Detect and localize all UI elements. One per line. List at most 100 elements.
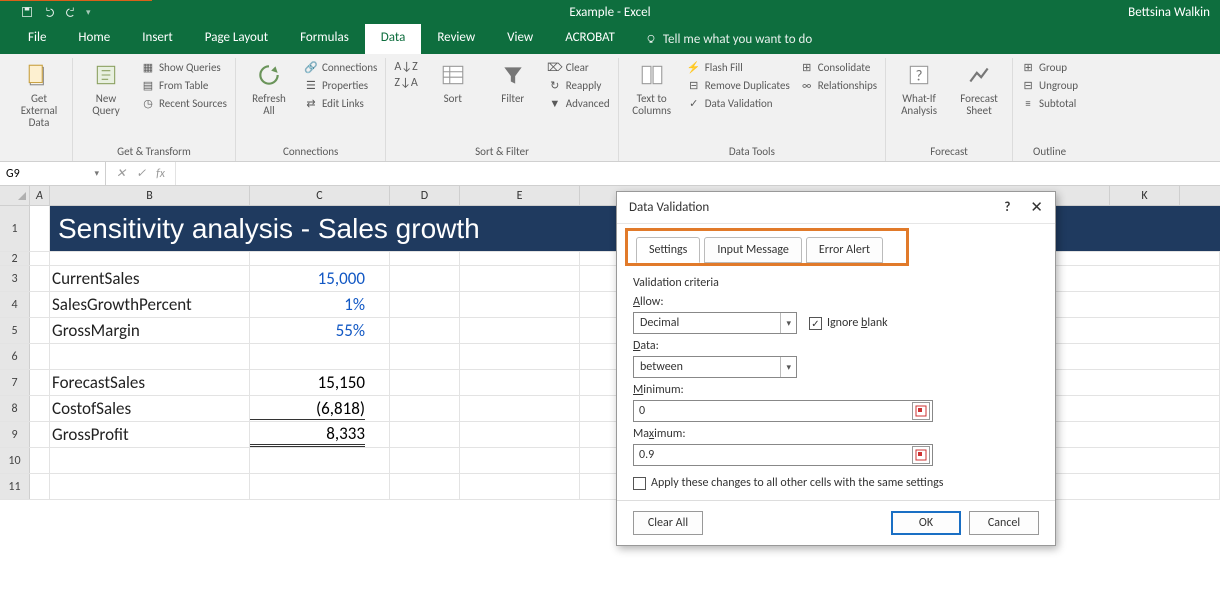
cell-c7[interactable]: 15,150	[250, 370, 390, 395]
row-header-9[interactable]: 9	[0, 422, 30, 447]
dialog-help-button[interactable]: ?	[1004, 200, 1010, 215]
lightbulb-icon	[645, 33, 657, 45]
forecast-sheet-button[interactable]: Forecast Sheet	[954, 60, 1004, 117]
col-header-k[interactable]: K	[1110, 186, 1180, 205]
relationships-button[interactable]: ∞Relationships	[800, 78, 877, 92]
row-header-6[interactable]: 6	[0, 344, 30, 369]
col-header-d[interactable]: D	[390, 186, 460, 205]
maximum-label: Maximum:	[633, 427, 686, 441]
clear-all-button[interactable]: Clear All	[633, 511, 703, 535]
tab-settings[interactable]: Settings	[636, 237, 700, 263]
allow-label: Allow:	[633, 295, 664, 309]
cancel-button[interactable]: Cancel	[969, 511, 1039, 535]
tab-insert[interactable]: Insert	[126, 24, 189, 54]
dialog-close-button[interactable]: ✕	[1030, 198, 1043, 217]
cell-c5[interactable]: 55%	[250, 318, 390, 343]
sort-button[interactable]: Sort	[428, 60, 478, 105]
remove-dup-icon: ⊟	[687, 78, 701, 92]
tab-view[interactable]: View	[491, 24, 549, 54]
row-header-11[interactable]: 11	[0, 474, 30, 499]
row-header-5[interactable]: 5	[0, 318, 30, 343]
group-button[interactable]: ⊞Group	[1021, 60, 1078, 74]
sort-za-icon[interactable]: Z↓A	[394, 76, 417, 90]
tab-review[interactable]: Review	[421, 24, 491, 54]
properties-button[interactable]: ☰Properties	[304, 78, 377, 92]
redo-icon[interactable]	[64, 5, 78, 19]
row-header-7[interactable]: 7	[0, 370, 30, 395]
recent-sources-button[interactable]: ◷Recent Sources	[141, 96, 227, 110]
new-query-button[interactable]: New Query	[81, 60, 131, 117]
cell-b8[interactable]: CostofSales	[50, 396, 250, 421]
refresh-all-button[interactable]: Refresh All	[244, 60, 294, 117]
get-external-data-button[interactable]: Get External Data	[14, 60, 64, 129]
ungroup-button[interactable]: ⊟Ungroup	[1021, 78, 1078, 92]
cell-b5[interactable]: GrossMargin	[50, 318, 250, 343]
cell-b4[interactable]: SalesGrowthPercent	[50, 292, 250, 317]
cell-b7[interactable]: ForecastSales	[50, 370, 250, 395]
row-header-2[interactable]: 2	[0, 252, 30, 265]
cell-c3[interactable]: 15,000	[250, 266, 390, 291]
row-header-4[interactable]: 4	[0, 292, 30, 317]
range-picker-icon[interactable]	[912, 446, 930, 464]
consolidate-button[interactable]: ⊞Consolidate	[800, 60, 877, 74]
reapply-button[interactable]: ↻Reapply	[548, 78, 610, 92]
tab-input-message[interactable]: Input Message	[704, 237, 802, 263]
cell-c4[interactable]: 1%	[250, 292, 390, 317]
cell-b3[interactable]: CurrentSales	[50, 266, 250, 291]
name-box[interactable]: G9	[0, 162, 106, 185]
col-header-e[interactable]: E	[460, 186, 580, 205]
tab-acrobat[interactable]: ACROBAT	[549, 24, 631, 54]
col-header-a[interactable]: A	[30, 186, 50, 205]
tell-me-search[interactable]: Tell me what you want to do	[631, 24, 826, 54]
subtotal-icon: ≡	[1021, 96, 1035, 110]
row-header-10[interactable]: 10	[0, 448, 30, 473]
data-validation-button[interactable]: ✓Data Validation	[687, 96, 790, 110]
tab-file[interactable]: File	[12, 24, 62, 54]
from-table-button[interactable]: ▤From Table	[141, 78, 227, 92]
row-header-8[interactable]: 8	[0, 396, 30, 421]
range-picker-icon[interactable]	[912, 402, 930, 420]
save-icon[interactable]	[20, 5, 34, 19]
undo-icon[interactable]	[42, 5, 56, 19]
minimum-label: Minimum:	[633, 383, 684, 397]
row-header-3[interactable]: 3	[0, 266, 30, 291]
minimum-input[interactable]: 0	[633, 400, 933, 422]
tab-home[interactable]: Home	[62, 24, 126, 54]
advanced-button[interactable]: ▼Advanced	[548, 96, 610, 110]
ignore-blank-checkbox[interactable]: ✓Ignore blank	[809, 316, 888, 330]
tab-page-layout[interactable]: Page Layout	[189, 24, 284, 54]
maximum-input[interactable]: 0.9	[633, 444, 933, 466]
fx-icon[interactable]: fx	[156, 167, 165, 181]
filter-button[interactable]: Filter	[488, 60, 538, 105]
formula-input[interactable]	[176, 162, 1220, 185]
subtotal-button[interactable]: ≡Subtotal	[1021, 96, 1078, 110]
show-queries-button[interactable]: ▦Show Queries	[141, 60, 227, 74]
text-to-columns-button[interactable]: Text to Columns	[627, 60, 677, 117]
cancel-formula-icon[interactable]: ✕	[116, 166, 126, 181]
flash-fill-button[interactable]: ⚡Flash Fill	[687, 60, 790, 74]
qat-dropdown-icon[interactable]: ▾	[86, 7, 91, 18]
cell-c8[interactable]: (6,818)	[250, 396, 390, 421]
enter-formula-icon[interactable]: ✓	[136, 166, 146, 181]
remove-duplicates-button[interactable]: ⊟Remove Duplicates	[687, 78, 790, 92]
cell-c9[interactable]: 8,333	[250, 422, 390, 447]
select-all-corner[interactable]	[0, 186, 30, 205]
allow-select[interactable]: Decimal	[633, 312, 797, 334]
tab-formulas[interactable]: Formulas	[284, 24, 365, 54]
connections-button[interactable]: 🔗Connections	[304, 60, 377, 74]
sort-az-icon[interactable]: A↓Z	[394, 60, 417, 74]
ok-button[interactable]: OK	[891, 511, 961, 535]
clear-button[interactable]: ⌦Clear	[548, 60, 610, 74]
col-header-c[interactable]: C	[250, 186, 390, 205]
col-header-b[interactable]: B	[50, 186, 250, 205]
what-if-button[interactable]: ?What-If Analysis	[894, 60, 944, 117]
edit-links-button[interactable]: ⇄Edit Links	[304, 96, 377, 110]
cell-b9[interactable]: GrossProfit	[50, 422, 250, 447]
data-select[interactable]: between	[633, 356, 797, 378]
clear-icon: ⌦	[548, 60, 562, 74]
tab-data[interactable]: Data	[365, 24, 422, 54]
tab-error-alert[interactable]: Error Alert	[806, 237, 883, 263]
formula-bar: G9 ✕ ✓ fx	[0, 162, 1220, 186]
row-header-1[interactable]: 1	[0, 206, 30, 251]
apply-all-checkbox[interactable]: Apply these changes to all other cells w…	[633, 476, 1039, 490]
